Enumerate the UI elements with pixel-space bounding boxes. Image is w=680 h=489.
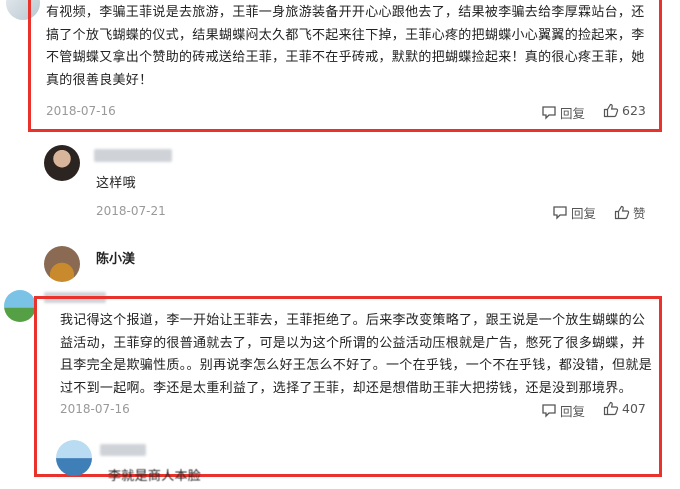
comment-text: 我记得这个报道，李一开始让王菲去，王菲拒绝了。后来李改变策略了，跟王说是一个放生… xyxy=(60,313,653,396)
avatar[interactable] xyxy=(44,145,80,181)
comment-bubble-icon xyxy=(541,105,557,120)
like-count: 407 xyxy=(622,401,646,416)
comment-date: 2018-07-21 xyxy=(96,204,166,218)
comment-date: 2018-07-16 xyxy=(60,402,130,416)
like-button[interactable]: 623 xyxy=(603,103,646,118)
comment-date: 2018-07-16 xyxy=(46,104,116,118)
avatar[interactable] xyxy=(4,290,36,322)
comment-bubble-icon xyxy=(552,205,568,220)
username-blurred xyxy=(100,444,146,456)
avatar[interactable] xyxy=(56,440,92,476)
thumbs-up-icon xyxy=(614,205,630,220)
comment-text: 有视频，李骗王菲说是去旅游，王菲一身旅游装备开开心心跟他去了，结果被李骗去给李厚… xyxy=(46,5,645,88)
thumbs-up-icon xyxy=(603,401,619,416)
like-button[interactable]: 407 xyxy=(603,401,646,416)
comment-text-partial: 李就是商人本脸 xyxy=(108,469,202,484)
like-label: 赞 xyxy=(633,206,646,221)
username[interactable]: 陈小渼 xyxy=(96,248,135,267)
reply-button[interactable]: 回复 xyxy=(541,401,585,420)
reply-label: 回复 xyxy=(560,106,586,121)
comment-text: 这样哦 xyxy=(96,176,136,191)
reply-button[interactable]: 回复 xyxy=(552,203,596,222)
like-count: 623 xyxy=(622,103,646,118)
reply-label: 回复 xyxy=(571,206,597,221)
avatar[interactable] xyxy=(44,246,80,282)
reply-button[interactable]: 回复 xyxy=(541,103,585,122)
username-blurred xyxy=(94,149,172,162)
thumbs-up-icon xyxy=(603,103,619,118)
reply-label: 回复 xyxy=(560,404,586,419)
like-button[interactable]: 赞 xyxy=(614,203,646,222)
comment-bubble-icon xyxy=(541,403,557,418)
